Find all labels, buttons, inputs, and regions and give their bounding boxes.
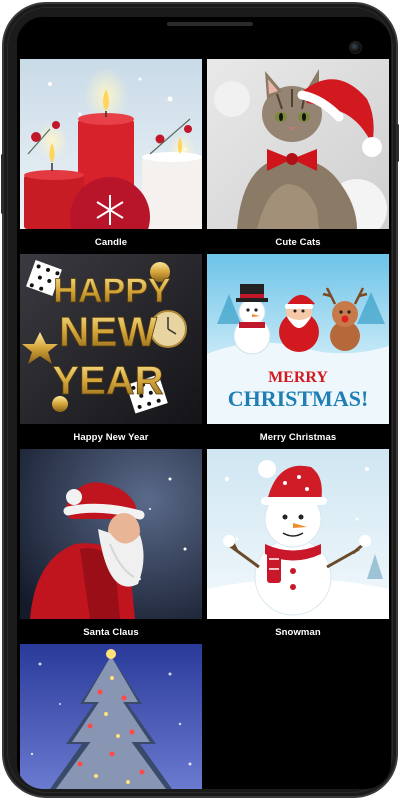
santa-image: [20, 449, 202, 619]
candle-image: [20, 59, 202, 229]
tile-merry-christmas[interactable]: MERRY CHRISTMAS! Merry Christmas: [207, 254, 389, 443]
tile-label: Snowman: [275, 627, 321, 638]
christmas-tree-image: [20, 644, 202, 789]
tile-santa-claus[interactable]: Santa Claus: [20, 449, 202, 638]
snowman-image: [207, 449, 389, 619]
power-button: [1, 154, 4, 214]
happy-text: HAPPY: [53, 272, 170, 310]
tile-christmas-tree[interactable]: [20, 644, 202, 789]
tile-happy-new-year[interactable]: HAPPY NEW YEAR Happy New Year: [20, 254, 202, 443]
screen: Candle Cute Cats HAPPY NEW YEAR Happy Ne…: [17, 17, 391, 789]
tile-label: Cute Cats: [275, 237, 321, 248]
tile-label: Santa Claus: [83, 627, 139, 638]
volume-button: [396, 124, 399, 162]
christmas-image: MERRY CHRISTMAS!: [207, 254, 389, 424]
merry-text: MERRY: [268, 369, 328, 386]
tile-candle[interactable]: Candle: [20, 59, 202, 248]
cat-image: [207, 59, 389, 229]
tile-label: Merry Christmas: [259, 432, 337, 443]
christmas-text: CHRISTMAS!: [228, 386, 369, 411]
tile-label: Candle: [94, 237, 128, 248]
new-year-image: HAPPY NEW YEAR: [20, 254, 202, 424]
tile-snowman[interactable]: Snowman: [207, 449, 389, 638]
phone-frame: Candle Cute Cats HAPPY NEW YEAR Happy Ne…: [1, 2, 399, 798]
tile-cute-cats[interactable]: Cute Cats: [207, 59, 389, 248]
tile-label: Happy New Year: [73, 432, 149, 443]
new-text: NEW: [59, 308, 157, 355]
wallpaper-grid: Candle Cute Cats HAPPY NEW YEAR Happy Ne…: [17, 17, 391, 789]
year-text: YEAR: [52, 359, 163, 403]
